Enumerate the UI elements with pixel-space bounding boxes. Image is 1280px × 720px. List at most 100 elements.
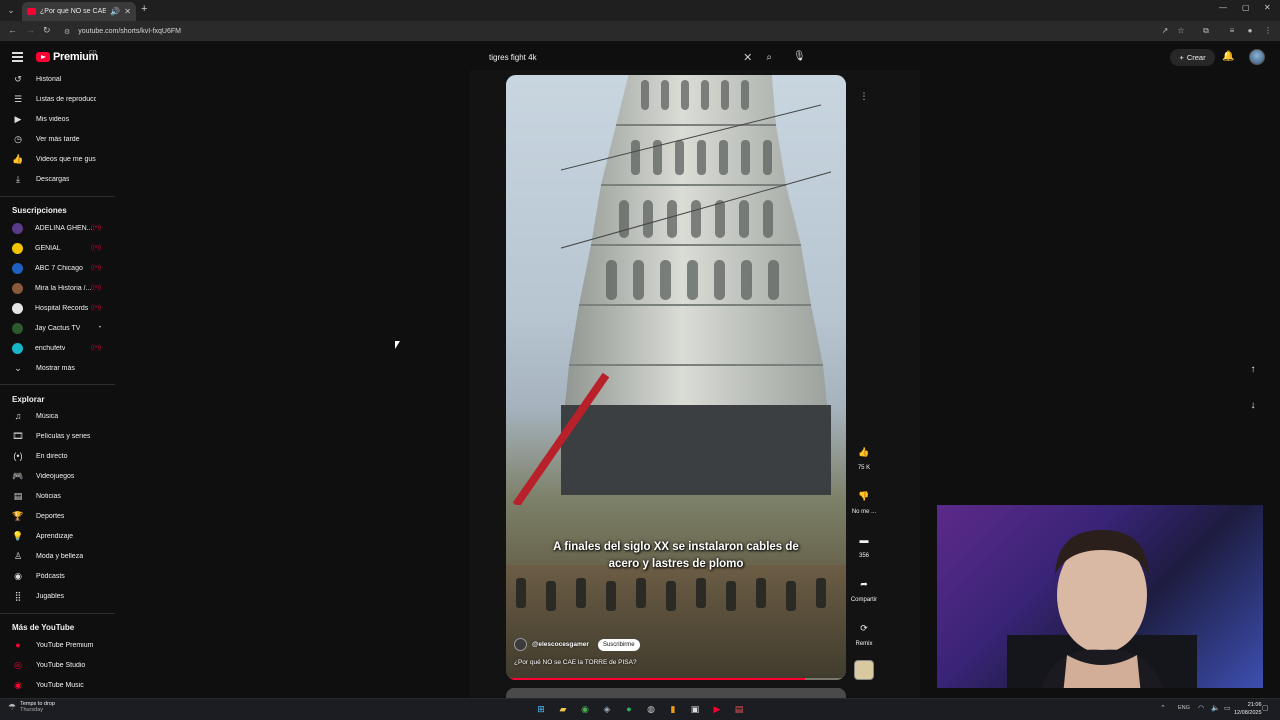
notifications-icon[interactable]: 🔔 xyxy=(1222,51,1234,62)
sidebar-item-yt-premium[interactable]: ● YouTube Premium xyxy=(0,636,115,654)
close-window-icon[interactable]: ✕ xyxy=(1264,3,1271,12)
reload-icon[interactable]: ↻ xyxy=(43,25,51,36)
app-icon[interactable]: ▮ xyxy=(666,702,680,716)
notification-center-icon[interactable]: ▢ xyxy=(1262,704,1269,712)
tab-close-icon[interactable]: ✕ xyxy=(124,7,131,16)
like-button[interactable]: 👍 75 K xyxy=(848,441,880,471)
browser-tab[interactable]: ¿Por qué NO se CAE la TORR 🔊 ✕ xyxy=(22,2,136,21)
youtube-music-icon: ◉ xyxy=(14,679,22,690)
short-title[interactable]: ¿Por qué NO se CAE la TORRE de PISA? xyxy=(514,659,637,666)
sidebar-item-podcasts[interactable]: ◉ Pódcasts xyxy=(0,567,115,585)
browser-menu-icon[interactable]: ⋮ xyxy=(1263,26,1273,36)
battery-icon[interactable]: ▭ xyxy=(1224,704,1231,712)
leaning-tower-image xyxy=(561,75,831,495)
sidebar-channel-hospital[interactable]: Hospital Records ((•)) xyxy=(0,299,115,317)
sidebar-channel-mira-historia[interactable]: Mira la Historia /... ((•)) xyxy=(0,279,115,297)
tab-title: ¿Por qué NO se CAE la TORR xyxy=(40,8,107,15)
tray-overflow-icon[interactable]: ⌃ xyxy=(1160,704,1166,712)
search-icon[interactable]: ⌕ xyxy=(766,52,772,63)
file-explorer-icon[interactable]: ▰ xyxy=(556,702,570,716)
profile-icon[interactable]: ● xyxy=(1245,26,1255,36)
history-icon: ↺ xyxy=(14,73,22,84)
clock[interactable]: 21:06 12/08/2025 xyxy=(1234,701,1262,717)
sidebar-channel-jay-cactus[interactable]: Jay Cactus TV • xyxy=(0,319,115,337)
sidebar-item-watch-later[interactable]: ◷ Ver más tarde xyxy=(0,130,115,148)
url-field[interactable]: ⚙ youtube.com/shorts/kvI-fxqU6FM xyxy=(58,24,1218,39)
search-input[interactable]: tigres fight 4k xyxy=(489,53,743,62)
sidebar-item-playlists[interactable]: ☰ Listas de reproducc... xyxy=(0,90,115,108)
store-icon[interactable]: ▣ xyxy=(688,702,702,716)
sidebar-item-yt-studio[interactable]: ◎ YouTube Studio xyxy=(0,656,115,674)
sidebar-item-learning[interactable]: 💡 Aprendizaje xyxy=(0,527,115,545)
new-content-dot-icon: • xyxy=(98,325,101,331)
chrome-icon[interactable]: ◉ xyxy=(578,702,592,716)
sidebar-item-history[interactable]: ↺ Historial xyxy=(0,70,115,88)
maximize-icon[interactable]: ▢ xyxy=(1242,3,1250,12)
channel-avatar[interactable] xyxy=(514,638,527,651)
sidebar-item-downloads[interactable]: ⤓ Descargas xyxy=(0,170,115,188)
spotify-icon[interactable]: ● xyxy=(622,702,636,716)
windows-start-icon[interactable]: ⊞ xyxy=(534,702,548,716)
comments-button[interactable]: ▬ 356 xyxy=(848,529,880,559)
comment-icon: ▬ xyxy=(859,535,869,545)
more-options-icon[interactable]: ⋮ xyxy=(856,88,872,104)
sidebar-item-my-videos[interactable]: ▶ Mis videos xyxy=(0,110,115,128)
speaker-icon[interactable]: 🔊 xyxy=(110,7,120,16)
create-button[interactable]: + Crear xyxy=(1170,49,1215,66)
sidebar-item-news[interactable]: ▤ Noticias xyxy=(0,487,115,505)
site-info-icon[interactable]: ⚙ xyxy=(64,28,70,36)
share-button[interactable]: ➦ Compartir xyxy=(848,573,880,603)
sidebar-channel-enchufetv[interactable]: enchufetv ((•)) xyxy=(0,339,115,357)
tab-search-icon[interactable]: ⌄ xyxy=(5,4,17,16)
channel-name[interactable]: @elescocesgamer xyxy=(532,641,589,648)
sidebar-item-movies[interactable]: 🎞 Películas y series xyxy=(0,427,115,445)
media-icon[interactable]: ≡ xyxy=(1227,26,1237,36)
progress-bar[interactable] xyxy=(506,678,846,680)
show-more-button[interactable]: ⌄ Mostrar más xyxy=(0,359,115,377)
app-icon[interactable]: ▤ xyxy=(732,702,746,716)
forward-icon[interactable]: → xyxy=(26,25,35,35)
subscriptions-heading: Suscripciones xyxy=(12,206,67,215)
subscribe-button[interactable]: Suscribirme xyxy=(597,638,640,651)
back-icon[interactable]: ← xyxy=(8,25,17,35)
previous-short-button[interactable]: ↑ xyxy=(1242,359,1264,381)
streamer-image xyxy=(1007,530,1197,688)
sidebar-item-live[interactable]: (•) En directo xyxy=(0,447,115,465)
address-bar-row: ← → ↻ ⚙ youtube.com/shorts/kvI-fxqU6FM ↗… xyxy=(0,21,1280,42)
bookmark-star-icon[interactable]: ☆ xyxy=(1176,26,1186,36)
extensions-icon[interactable]: ⧉ xyxy=(1201,26,1211,36)
sidebar-item-fashion[interactable]: ♙ Moda y belleza xyxy=(0,547,115,565)
minimize-icon[interactable]: — xyxy=(1219,3,1227,12)
sidebar-channel-adelina[interactable]: ADELINA GHEN... ((•)) xyxy=(0,219,115,237)
wifi-icon[interactable]: ◠ xyxy=(1198,704,1204,712)
weather-widget[interactable]: ☂ Temps to drop Thursday xyxy=(8,701,55,713)
sound-thumbnail[interactable] xyxy=(854,660,874,680)
microphone-icon[interactable]: 🎙 xyxy=(793,51,806,62)
short-video-player[interactable]: A finales del siglo XX se instalaron cab… xyxy=(506,75,846,680)
steam-icon[interactable]: ◈ xyxy=(600,702,614,716)
remix-button[interactable]: ⟳ Remix xyxy=(848,617,880,647)
sidebar-item-sports[interactable]: 🏆 Deportes xyxy=(0,507,115,525)
next-short-preview[interactable] xyxy=(506,688,846,698)
open-external-icon[interactable]: ↗ xyxy=(1160,26,1170,36)
music-icon: ♫ xyxy=(14,411,22,421)
new-tab-icon[interactable]: + xyxy=(141,3,147,15)
sidebar-item-liked[interactable]: 👍 Videos que me gus... xyxy=(0,150,115,168)
sidebar-item-music[interactable]: ♫ Música xyxy=(0,407,115,425)
account-avatar[interactable] xyxy=(1249,49,1265,65)
search-box[interactable]: tigres fight 4k ✕ ⌕ xyxy=(480,47,780,67)
menu-icon[interactable] xyxy=(12,52,23,62)
clear-search-icon[interactable]: ✕ xyxy=(743,51,752,64)
next-short-button[interactable]: ↓ xyxy=(1242,395,1264,417)
app-icon[interactable]: ◍ xyxy=(644,702,658,716)
dislike-button[interactable]: 👎 No me ... xyxy=(848,485,880,515)
sidebar-channel-genial[interactable]: GENIAL ((•)) xyxy=(0,239,115,257)
youtube-app-icon[interactable]: ▶ xyxy=(710,702,724,716)
sidebar-item-gaming[interactable]: 🎮 Videojuegos xyxy=(0,467,115,485)
playables-icon: ⣿ xyxy=(14,590,22,601)
language-indicator[interactable]: ENG xyxy=(1178,705,1190,711)
sidebar-channel-abc7[interactable]: ABC 7 Chicago ((•)) xyxy=(0,259,115,277)
volume-icon[interactable]: 🔈 xyxy=(1211,704,1220,712)
sidebar-item-playables[interactable]: ⣿ Jugables xyxy=(0,587,115,605)
sidebar-item-yt-music[interactable]: ◉ YouTube Music xyxy=(0,676,115,694)
